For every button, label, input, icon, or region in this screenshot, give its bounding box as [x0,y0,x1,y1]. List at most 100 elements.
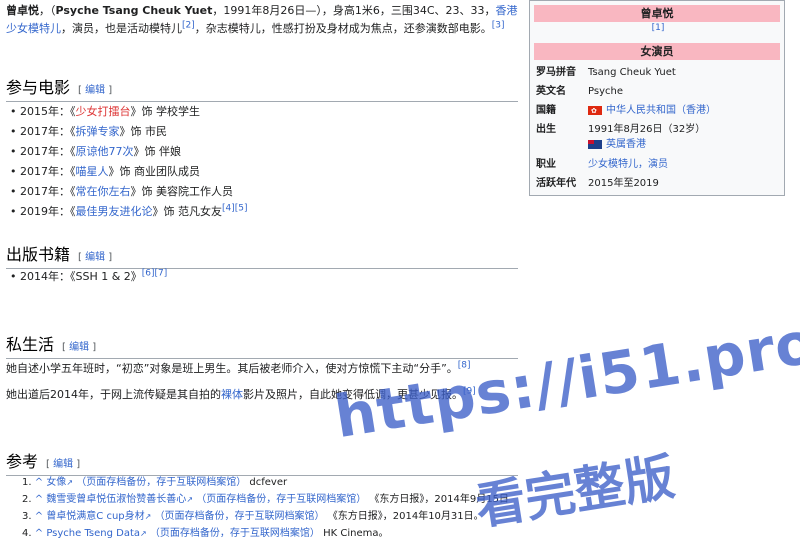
section-title: 参与电影 [6,78,71,97]
film-title-link[interactable]: 喵星人 [76,165,109,178]
ref-title-link[interactable]: 女像 [46,477,66,488]
film-item: 2017年：《拆弹专家》饰 市民 [10,122,248,142]
infobox-ref-link[interactable]: [1] [530,23,786,33]
infobox-title: 曾卓悦 [534,5,780,22]
ref-number: 1. [22,477,32,488]
film-year: 2017年：《 [20,165,76,178]
film-item: 2015年：《少女打擂台》饰 学校学生 [10,102,248,122]
infobox: 曾卓悦 [1] 女演员 罗马拼音 Tsang Cheuk Yuet 英文名 Ps… [529,0,785,196]
intro-paragraph: 曾卓悦，（Psyche Tsang Cheuk Yuet，1991年8月26日—… [6,2,518,38]
film-year: 2019年：《 [20,205,76,218]
section-heading-private: 私生活 [ 编辑 ] [6,331,518,359]
ref-link[interactable]: [4][5] [222,203,248,213]
section-title: 参考 [6,452,39,471]
film-role: 》饰 市民 [119,125,168,138]
film-item: 2017年：《常在你左右》饰 美容院工作人员 [10,182,248,202]
film-title-link[interactable]: 原谅他77次 [76,145,134,158]
infobox-value: 1991年8月26日（32岁） [588,124,706,135]
infobox-value: Psyche [588,86,623,97]
ref-number: 2. [22,494,32,505]
ref-source: 《东方日报》，2014年10月31日。 [327,511,484,522]
edit-section: [ 编辑 ] [78,85,113,96]
film-year: 2017年：《 [20,145,76,158]
infobox-value: 2015年至2019 [588,178,659,189]
external-link-icon: ↗ [66,478,74,487]
film-item: 2017年：《喵星人》饰 商业团队成员 [10,162,248,182]
infobox-role: 女演员 [534,43,780,60]
link-nude[interactable]: 裸体 [221,388,243,401]
archive-link[interactable]: （页面存档备份，存于互联网档案馆） [196,494,366,505]
infobox-value: Tsang Cheuk Yuet [588,67,676,78]
edit-section: [ 编辑 ] [46,459,81,470]
intro-text: ，演员，也是活动模特儿 [61,22,182,35]
external-link-icon: ↗ [140,529,147,538]
archive-link[interactable]: （页面存档备份，存于互联网档案馆） [150,528,320,539]
birthplace-link[interactable]: 英属香港 [606,139,646,150]
reference-item: 3. ^ 曾卓悦满意C cup身材↗ （页面存档备份，存于互联网档案馆） 《东方… [22,508,509,525]
ref-title-link[interactable]: 曾卓悦满意C cup身材 [46,511,144,522]
edit-link[interactable]: 编辑 [53,459,73,470]
film-item: 2017年：《原谅他77次》饰 伴娘 [10,142,248,162]
references-list: 1. ^ 女像↗ （页面存档备份，存于互联网档案馆） dcfever 2. ^ 魏… [22,474,509,542]
books-list: 2014年：《SSH 1 & 2》[6][7] [6,267,167,287]
film-role: 》饰 范凡女友 [152,205,223,218]
external-link-icon: ↗ [144,512,152,521]
infobox-key: 出生 [536,124,556,135]
infobox-key: 罗马拼音 [536,67,576,78]
film-title-link[interactable]: 少女打擂台 [76,105,131,118]
film-year: 2017年：《 [20,125,76,138]
english-name: Psyche Tsang Cheuk Yuet [55,4,213,17]
ref-title-link[interactable]: Psyche Tseng Data [46,528,140,539]
infobox-key: 国籍 [536,105,556,116]
archive-link[interactable]: （页面存档备份，存于互联网档案馆） [155,511,325,522]
edit-link[interactable]: 编辑 [69,342,89,353]
section-heading-books: 出版书籍 [ 编辑 ] [6,241,518,269]
ref-link[interactable]: [3] [492,20,505,30]
section-title: 出版书籍 [6,245,71,264]
edit-section: [ 编辑 ] [78,252,113,263]
ref-backlink[interactable]: ^ [35,528,43,539]
film-title-link[interactable]: 拆弹专家 [76,125,120,138]
edit-section: [ 编辑 ] [62,342,97,353]
film-role: 》饰 美容院工作人员 [130,185,234,198]
paragraph-text: 她自述小学五年班时，“初恋”对象是班上男生。其后被老师介入，使对方惊慌下主动“分… [6,362,458,375]
section-heading-refs: 参考 [ 编辑 ] [6,448,518,476]
intro-text: ，杂志模特儿，性感打扮及身材成为焦点，还参演数部电影。 [194,22,492,35]
nationality-link[interactable]: 中华人民共和国（香港） [606,105,716,116]
ref-link[interactable]: [2] [182,20,195,30]
section-title: 私生活 [6,335,55,354]
infobox-key: 英文名 [536,86,566,97]
external-link-icon: ↗ [186,495,194,504]
archive-link[interactable]: （页面存档备份，存于互联网档案馆） [76,477,246,488]
intro-text: ，（ [39,4,56,17]
ref-backlink[interactable]: ^ [35,477,43,488]
edit-link[interactable]: 编辑 [85,252,105,263]
infobox-value: 中华人民共和国（香港） [588,104,780,118]
film-year: 2015年：《 [20,105,76,118]
ref-link[interactable]: [6][7] [142,268,168,278]
film-item: 2019年：《最佳男友进化论》饰 范凡女友[4][5] [10,202,248,222]
film-year: 2017年：《 [20,185,76,198]
films-list: 2015年：《少女打擂台》饰 学校学生2017年：《拆弹专家》饰 市民2017年… [6,102,248,222]
infobox-key: 职业 [536,159,556,170]
infobox-value: 英属香港 [588,138,780,152]
film-title-link[interactable]: 常在你左右 [76,185,131,198]
film-role: 》饰 商业团队成员 [108,165,201,178]
section-heading-films: 参与电影 [ 编辑 ] [6,74,518,102]
paragraph-text: 她出道后2014年，于网上流传疑是其自拍的 [6,388,221,401]
list-item: 2014年：《SSH 1 & 2》[6][7] [10,267,168,287]
reference-item: 4. ^ Psyche Tseng Data↗ （页面存档备份，存于互联网档案馆… [22,525,509,542]
occupation-link[interactable]: 少女模特儿，演员 [588,158,780,172]
edit-link[interactable]: 编辑 [85,85,105,96]
ref-title-link[interactable]: 魏雪雯曾卓悦伍淑怡赞善长善心 [46,494,186,505]
film-role: 》饰 学校学生 [130,105,201,118]
ref-backlink[interactable]: ^ [35,511,43,522]
watermark-url: https://i51.pro [330,307,800,452]
hong-kong-flag-icon [588,104,602,118]
reference-item: 1. ^ 女像↗ （页面存档备份，存于互联网档案馆） dcfever [22,474,509,491]
film-title-link[interactable]: 最佳男友进化论 [76,205,153,218]
ref-backlink[interactable]: ^ [35,494,43,505]
intro-text: ，1991年8月26日—），身高1米6，三围34C、23、33， [212,4,496,17]
british-hong-kong-flag-icon [588,139,602,149]
article-subject-name: 曾卓悦 [6,4,39,17]
